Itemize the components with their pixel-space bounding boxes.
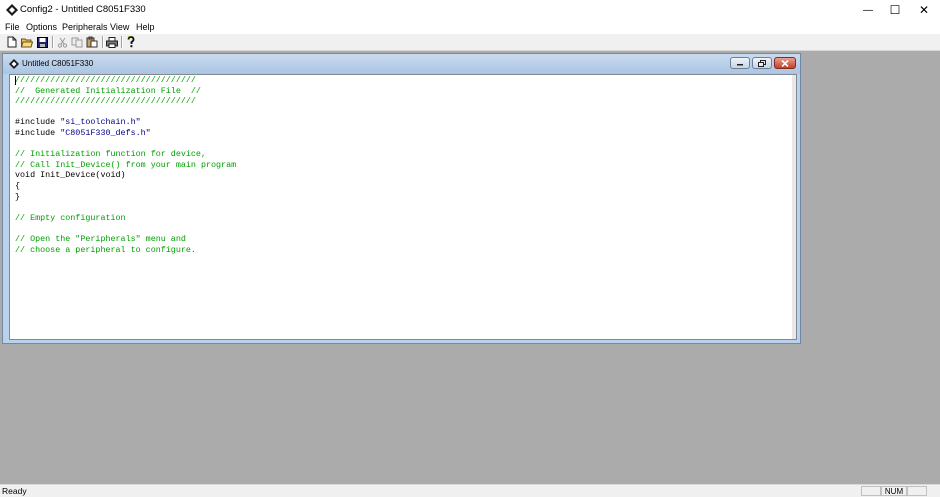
code-token: //////////////////////////////////// xyxy=(15,75,196,85)
menu-file[interactable]: File xyxy=(5,21,20,33)
copy-button[interactable] xyxy=(70,35,84,49)
app-diamond-icon xyxy=(6,4,18,16)
new-file-button[interactable] xyxy=(5,35,19,49)
menu-bar: File Options Peripherals View Help xyxy=(0,20,940,34)
code-token: "si_toolchain.h" xyxy=(60,117,141,128)
open-folder-icon xyxy=(21,38,33,47)
minimize-icon xyxy=(737,64,743,66)
code-line: // choose a peripheral to configure. xyxy=(15,245,236,256)
code-line: { xyxy=(15,181,236,192)
code-token: "C8051F330_defs.h" xyxy=(60,127,151,138)
code-token: // Call Init_Device() from your main pro… xyxy=(15,159,237,170)
code-line: #include "si_toolchain.h" xyxy=(15,117,236,128)
menu-peripherals[interactable]: Peripherals xyxy=(62,21,108,33)
menu-view[interactable]: View xyxy=(110,21,129,33)
close-button[interactable]: ✕ xyxy=(906,0,940,20)
help-icon xyxy=(127,36,135,48)
code-line: // Open the "Peripherals" menu and xyxy=(15,234,236,245)
print-button[interactable] xyxy=(105,35,119,49)
menu-options[interactable]: Options xyxy=(26,21,57,33)
help-button[interactable] xyxy=(124,35,138,49)
print-icon xyxy=(106,36,118,48)
code-token: void Init_Device(void) xyxy=(15,170,126,181)
close-icon: ✕ xyxy=(918,3,930,17)
code-line: // Empty configuration xyxy=(15,213,236,224)
copy-icon xyxy=(71,37,83,47)
paste-icon xyxy=(86,36,98,48)
code-token: // Generated Initialization File // xyxy=(15,85,201,96)
toolbar-separator xyxy=(121,36,123,48)
cut-button[interactable] xyxy=(55,35,69,49)
status-pane-caps xyxy=(861,486,881,496)
code-line: // Initialization function for device, xyxy=(15,149,236,160)
toolbar-separator xyxy=(52,36,54,48)
toolbar-separator xyxy=(102,36,104,48)
code-line: // Call Init_Device() from your main pro… xyxy=(15,160,236,171)
code-line: //////////////////////////////////// xyxy=(15,75,236,86)
document-title: Untitled C8051F330 xyxy=(22,59,94,68)
document-window: Untitled C8051F330 /////////////////////… xyxy=(2,53,801,344)
minimize-icon: — xyxy=(863,4,873,16)
new-file-icon xyxy=(7,36,17,48)
code-token: // Empty configuration xyxy=(15,212,126,223)
document-titlebar[interactable]: Untitled C8051F330 xyxy=(3,54,800,74)
code-token: { xyxy=(15,180,21,191)
status-bar: Ready NUM xyxy=(0,484,940,497)
code-line: void Init_Device(void) xyxy=(15,170,236,181)
toolbar xyxy=(0,34,940,51)
code-token: #include xyxy=(15,127,61,138)
document-restore-button[interactable] xyxy=(752,57,772,69)
status-pane-scrl xyxy=(907,486,927,496)
cut-icon xyxy=(57,37,67,48)
close-icon xyxy=(781,59,789,67)
code-token: // Open the "Peripherals" menu and xyxy=(15,233,186,244)
code-token: // choose a peripheral to configure. xyxy=(15,244,196,255)
code-token: // Initialization function for device, xyxy=(15,149,206,160)
paste-button[interactable] xyxy=(85,35,99,49)
document-minimize-button[interactable] xyxy=(730,57,750,69)
vertical-scrollbar[interactable] xyxy=(792,75,796,339)
save-icon xyxy=(36,36,48,48)
app-title: Config2 - Untitled C8051F330 xyxy=(20,4,146,15)
code-line: #include "C8051F330_defs.h" xyxy=(15,128,236,139)
status-pane-num: NUM xyxy=(881,486,907,496)
menu-help[interactable]: Help xyxy=(136,21,155,33)
code-line: //////////////////////////////////// xyxy=(15,96,236,107)
document-close-button[interactable] xyxy=(774,57,796,69)
code-content: ////////////////////////////////////// G… xyxy=(15,75,236,255)
text-caret xyxy=(15,76,16,85)
open-button[interactable] xyxy=(20,35,34,49)
code-token: //////////////////////////////////// xyxy=(15,96,196,107)
app-titlebar: Config2 - Untitled C8051F330 — ☐ ✕ xyxy=(0,0,940,20)
code-line: } xyxy=(15,192,236,203)
code-line: // Generated Initialization File // xyxy=(15,86,236,97)
code-token: #include xyxy=(15,117,61,128)
restore-icon xyxy=(758,59,766,67)
status-text: Ready xyxy=(2,486,27,496)
maximize-icon: ☐ xyxy=(889,3,901,17)
document-diamond-icon xyxy=(9,59,19,69)
save-button[interactable] xyxy=(35,35,49,49)
code-editor[interactable]: ////////////////////////////////////// G… xyxy=(9,74,797,340)
code-token: } xyxy=(15,191,21,202)
